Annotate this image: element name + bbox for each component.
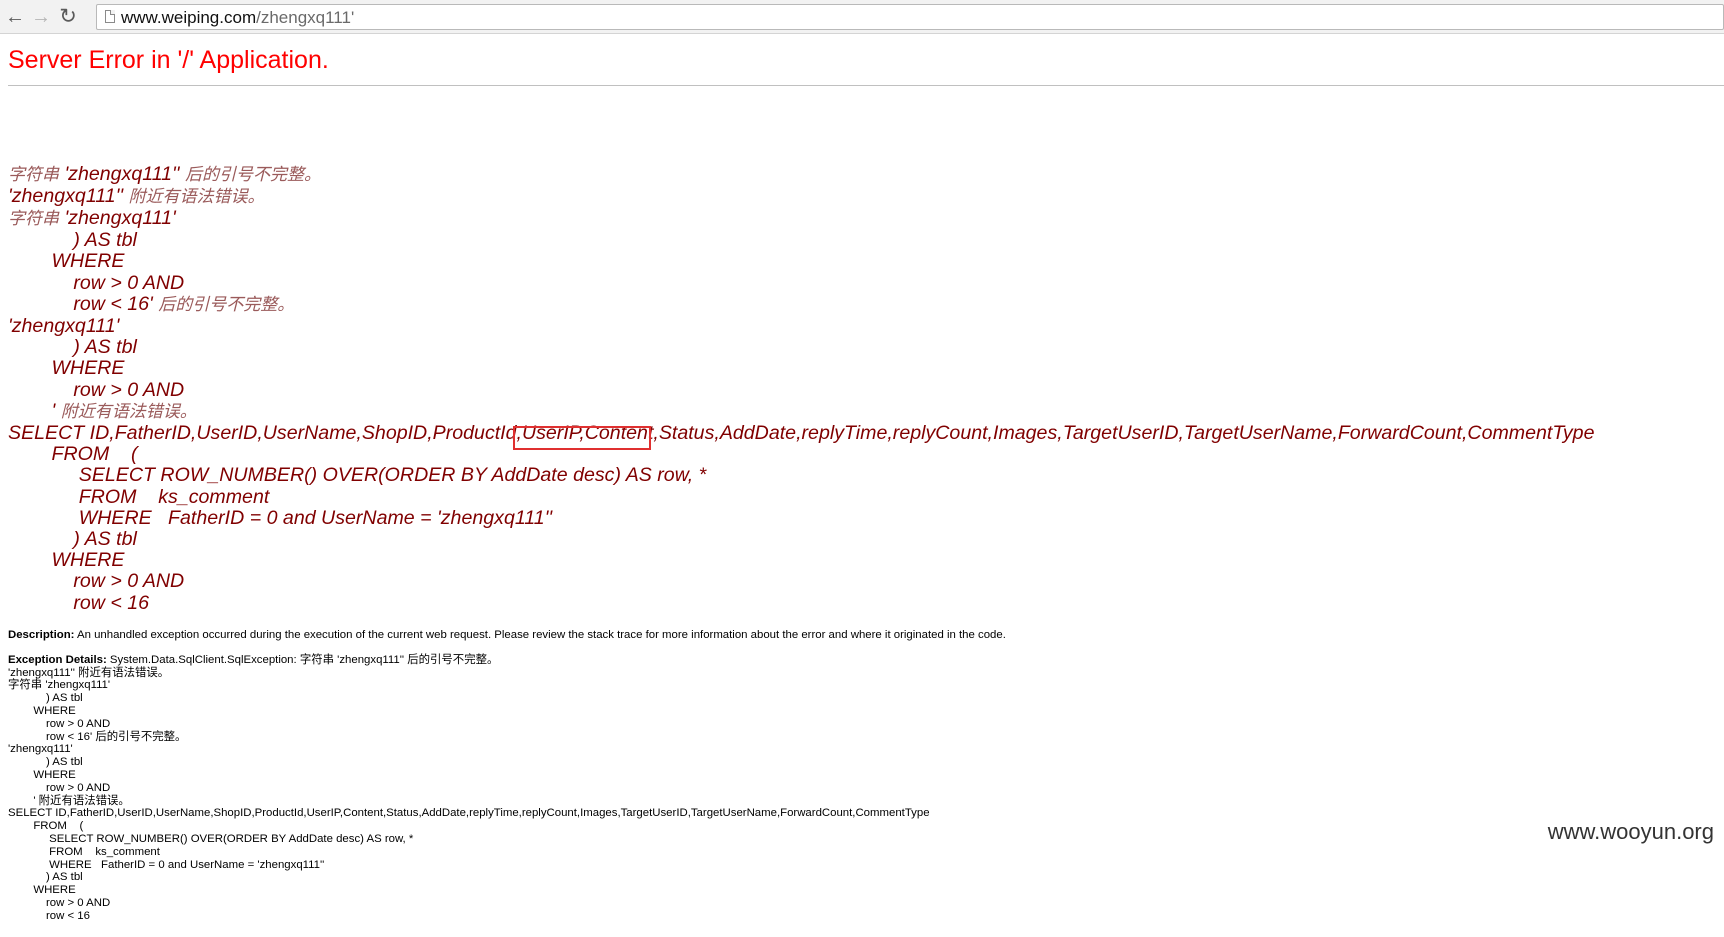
message-line: row < 16: [8, 591, 150, 614]
message-line: ) AS tbl: [8, 528, 137, 551]
exception-label: Exception Details:: [8, 653, 107, 666]
message-line: ) AS tbl: [8, 336, 137, 359]
description-text: An unhandled exception occurred during t…: [74, 628, 1006, 641]
watermark: www.wooyun.org: [1547, 819, 1714, 844]
message-line: WHERE: [8, 250, 125, 273]
exception-details: Exception Details: System.Data.SqlClient…: [8, 654, 1718, 923]
back-arrow-icon[interactable]: ←: [4, 6, 26, 28]
message-line: ) AS tbl: [8, 229, 137, 252]
browser-toolbar: ← → ↻ www.weiping.com/zhengxq111': [0, 0, 1724, 34]
message-line: FROM (: [8, 443, 138, 466]
message-line: SELECT ROW_NUMBER() OVER(ORDER BY AddDat…: [8, 464, 707, 487]
divider: [8, 85, 1724, 86]
message-line: FROM ks_comment: [8, 485, 270, 508]
page-title: Server Error in '/' Application.: [8, 46, 329, 74]
message-line: WHERE: [8, 357, 125, 380]
url-text[interactable]: www.weiping.com/zhengxq111': [121, 8, 354, 28]
message-line: 'zhengxq111': [8, 315, 120, 338]
message-line: row > 0 AND: [8, 378, 185, 401]
message-line: 'zhengxq111'' 附近有语法错误。: [8, 184, 265, 207]
message-line: row > 0 AND: [8, 271, 185, 294]
message-line: 字符串 'zhengxq111': [8, 207, 176, 230]
url-host: www.weiping.com: [121, 8, 257, 27]
description-label: Description:: [8, 628, 75, 641]
address-bar[interactable]: www.weiping.com/zhengxq111': [96, 4, 1724, 30]
url-path: /zhengxq111': [256, 8, 355, 27]
message-line: SELECT ID,FatherID,UserID,UserName,ShopI…: [8, 422, 1595, 445]
page-content: Server Error in '/' Application. 字符串 'zh…: [8, 34, 1724, 923]
message-line: ' 附近有语法错误。: [8, 399, 197, 422]
forward-arrow-icon[interactable]: →: [30, 6, 52, 28]
message-line: 字符串 'zhengxq111'' 后的引号不完整。: [8, 162, 321, 185]
description: Description: An unhandled exception occu…: [8, 628, 1718, 642]
message-line: WHERE FatherID = 0 and UserName = 'zheng…: [8, 506, 553, 529]
message-line: row > 0 AND: [8, 570, 185, 593]
message-line: row < 16' 后的引号不完整。: [8, 292, 295, 315]
message-line: WHERE: [8, 549, 125, 572]
page-icon: [105, 10, 115, 23]
error-message: 字符串 'zhengxq111'' 后的引号不完整。'zhengxq111'' …: [8, 100, 1718, 614]
highlight-box: [513, 426, 651, 450]
reload-icon[interactable]: ↻: [57, 6, 79, 28]
exception-text: System.Data.SqlClient.SqlException: 字符串 …: [8, 653, 930, 922]
